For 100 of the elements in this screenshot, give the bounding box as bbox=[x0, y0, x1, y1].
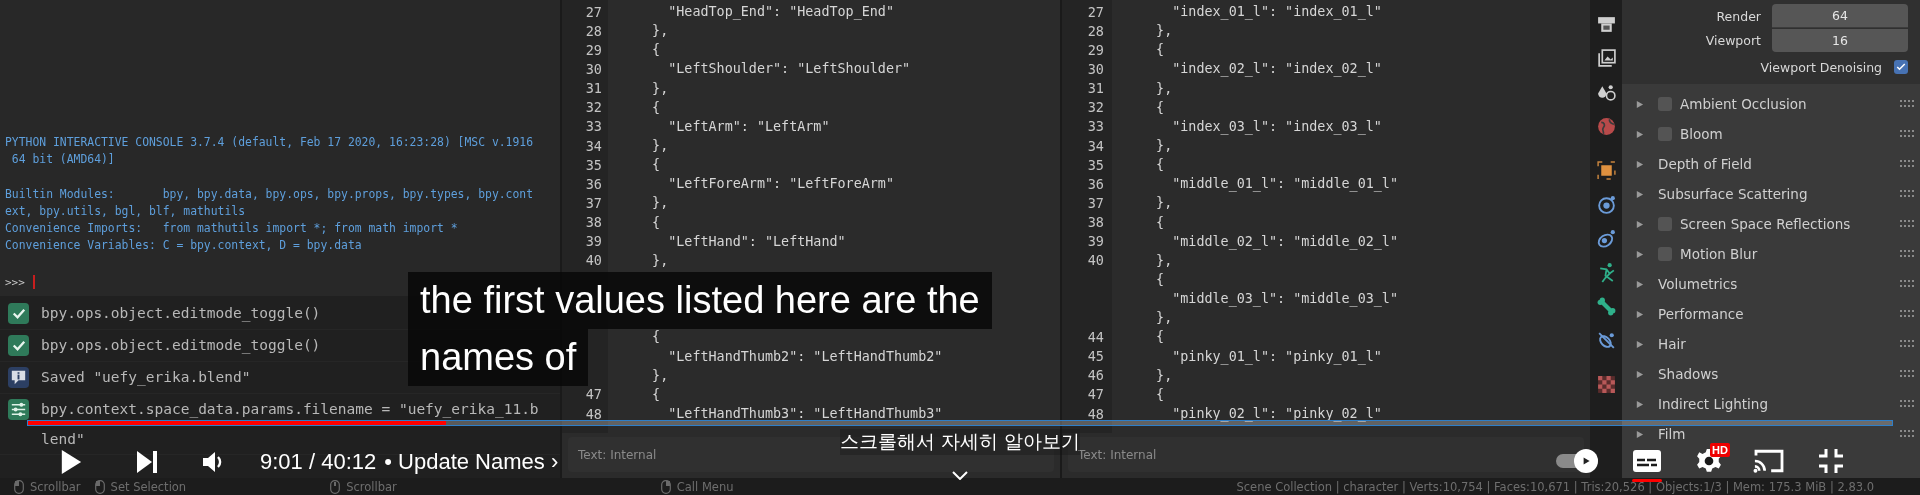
drag-handle-icon[interactable] bbox=[1900, 370, 1914, 378]
panel-header[interactable]: Indirect Lighting bbox=[1658, 396, 1768, 412]
code-line: "middle_03_l": "middle_03_l" bbox=[1171, 291, 1398, 307]
console-output: Convenience Imports: from mathutils import *; from math import * bbox=[5, 220, 459, 237]
expand-arrow-icon[interactable] bbox=[1635, 219, 1644, 229]
info-icon bbox=[8, 367, 29, 388]
console-output: PYTHON INTERACTIVE CONSOLE 3.7.4 (default, Feb 17 2020, 16:23:28) [MSC v.1916 bbox=[5, 134, 535, 151]
checkbox[interactable] bbox=[1658, 127, 1672, 141]
cast-icon[interactable] bbox=[1752, 448, 1786, 474]
exit-fullscreen-icon[interactable] bbox=[1818, 448, 1844, 474]
panel-header[interactable]: Motion Blur bbox=[1680, 246, 1758, 262]
skip-next-icon[interactable] bbox=[136, 450, 158, 474]
drag-handle-icon[interactable] bbox=[1900, 250, 1914, 258]
code-line: { bbox=[1155, 214, 1165, 230]
globe-icon[interactable] bbox=[1595, 116, 1617, 137]
drag-handle-icon[interactable] bbox=[1900, 190, 1914, 198]
panel-header[interactable]: Subsurface Scattering bbox=[1658, 186, 1808, 202]
constraint-icon[interactable] bbox=[1595, 228, 1617, 249]
number-field[interactable]: 64 bbox=[1772, 4, 1908, 28]
printer-icon[interactable] bbox=[1595, 14, 1617, 35]
expand-arrow-icon[interactable] bbox=[1635, 249, 1644, 259]
checkbox[interactable] bbox=[1658, 217, 1672, 231]
line-number: 37 bbox=[585, 194, 602, 211]
bone-icon[interactable] bbox=[1595, 296, 1617, 317]
autoplay-toggle[interactable] bbox=[1556, 449, 1598, 473]
line-number: 36 bbox=[585, 175, 602, 192]
drag-handle-icon[interactable] bbox=[1900, 280, 1914, 288]
panel-header[interactable]: Screen Space Reflections bbox=[1680, 216, 1851, 232]
checkbox[interactable] bbox=[1658, 247, 1672, 261]
volume-icon[interactable] bbox=[202, 451, 224, 473]
line-number: 28 bbox=[585, 22, 602, 39]
expand-arrow-icon[interactable] bbox=[1635, 399, 1644, 409]
panel-header[interactable]: Volumetrics bbox=[1658, 276, 1738, 292]
code-line: "index_02_l": "index_02_l" bbox=[1171, 61, 1382, 77]
chevron-down-icon[interactable] bbox=[952, 471, 968, 480]
code-line: { bbox=[651, 386, 661, 402]
line-number: 34 bbox=[585, 137, 602, 154]
log-message: bpy.ops.object.editmode_toggle() bbox=[41, 304, 321, 323]
chapter-link[interactable]: • Update Names › bbox=[384, 449, 559, 475]
object-icon[interactable] bbox=[1595, 160, 1617, 181]
caption-text: the first values listed here are the bbox=[420, 279, 980, 322]
drag-handle-icon[interactable] bbox=[1900, 130, 1914, 138]
line-number: 35 bbox=[1087, 156, 1104, 173]
log-message: bpy.ops.object.editmode_toggle() bbox=[41, 336, 321, 355]
mouse-icon bbox=[14, 479, 24, 494]
line-number: 39 bbox=[585, 233, 602, 250]
code-line: { bbox=[651, 42, 661, 58]
panel-header[interactable]: Shadows bbox=[1658, 366, 1719, 382]
hd-badge: HD bbox=[1710, 443, 1730, 457]
panel-header[interactable]: Performance bbox=[1658, 306, 1744, 322]
image-stack-icon[interactable] bbox=[1595, 48, 1617, 69]
line-number: 46 bbox=[1087, 367, 1104, 384]
drag-handle-icon[interactable] bbox=[1900, 340, 1914, 348]
line-number: 36 bbox=[1087, 175, 1104, 192]
scroll-hint: 스크롤해서 자세히 알아보기 bbox=[839, 429, 1081, 455]
number-field[interactable]: 16 bbox=[1772, 28, 1908, 52]
status-hint: Scrollbar bbox=[346, 479, 397, 494]
line-number: 40 bbox=[1087, 252, 1104, 269]
expand-arrow-icon[interactable] bbox=[1635, 309, 1644, 319]
code-line: }, bbox=[1155, 310, 1173, 326]
expand-arrow-icon[interactable] bbox=[1635, 369, 1644, 379]
code-line: "index_03_l": "index_03_l" bbox=[1171, 118, 1382, 134]
checkbox[interactable] bbox=[1894, 60, 1908, 74]
expand-arrow-icon[interactable] bbox=[1635, 129, 1644, 139]
panel-header[interactable]: Depth of Field bbox=[1658, 156, 1752, 172]
drag-handle-icon[interactable] bbox=[1900, 160, 1914, 168]
panel-header[interactable]: Hair bbox=[1658, 336, 1686, 352]
line-number: 40 bbox=[585, 252, 602, 269]
drag-handle-icon[interactable] bbox=[1900, 400, 1914, 408]
line-number: 48 bbox=[585, 405, 602, 422]
expand-arrow-icon[interactable] bbox=[1635, 279, 1644, 289]
orbit-icon[interactable] bbox=[1595, 194, 1617, 215]
expand-arrow-icon[interactable] bbox=[1635, 189, 1644, 199]
panel-header[interactable]: Bloom bbox=[1680, 126, 1723, 142]
drag-handle-icon[interactable] bbox=[1900, 100, 1914, 108]
code-line: }, bbox=[651, 252, 669, 268]
code-line: { bbox=[1155, 42, 1165, 58]
code-line: { bbox=[651, 99, 661, 115]
play-icon[interactable] bbox=[60, 449, 82, 475]
drag-handle-icon[interactable] bbox=[1900, 220, 1914, 228]
status-hint: Set Selection bbox=[110, 479, 187, 494]
checker-icon[interactable] bbox=[1595, 374, 1617, 395]
expand-arrow-icon[interactable] bbox=[1635, 339, 1644, 349]
captions-icon[interactable] bbox=[1632, 449, 1662, 473]
line-number: 38 bbox=[585, 214, 602, 231]
expand-arrow-icon[interactable] bbox=[1635, 99, 1644, 109]
expand-arrow-icon[interactable] bbox=[1635, 159, 1644, 169]
code-line: { bbox=[651, 329, 661, 345]
droplets-icon[interactable] bbox=[1595, 82, 1617, 103]
sliders-icon bbox=[8, 399, 29, 420]
panel-header[interactable]: Film bbox=[1658, 426, 1686, 442]
progress-track[interactable] bbox=[28, 421, 1892, 425]
drag-handle-icon[interactable] bbox=[1900, 310, 1914, 318]
checkbox[interactable] bbox=[1658, 97, 1672, 111]
line-number: 29 bbox=[1087, 41, 1104, 58]
line-number: 47 bbox=[1087, 386, 1104, 403]
drag-handle-icon[interactable] bbox=[1900, 430, 1914, 438]
panel-header[interactable]: Ambient Occlusion bbox=[1680, 96, 1807, 112]
console-output: Builtin Modules: bpy, bpy.data, bpy.ops, bpy.props, bpy.types, bpy.cont bbox=[5, 186, 535, 203]
expand-arrow-icon[interactable] bbox=[1635, 429, 1644, 439]
